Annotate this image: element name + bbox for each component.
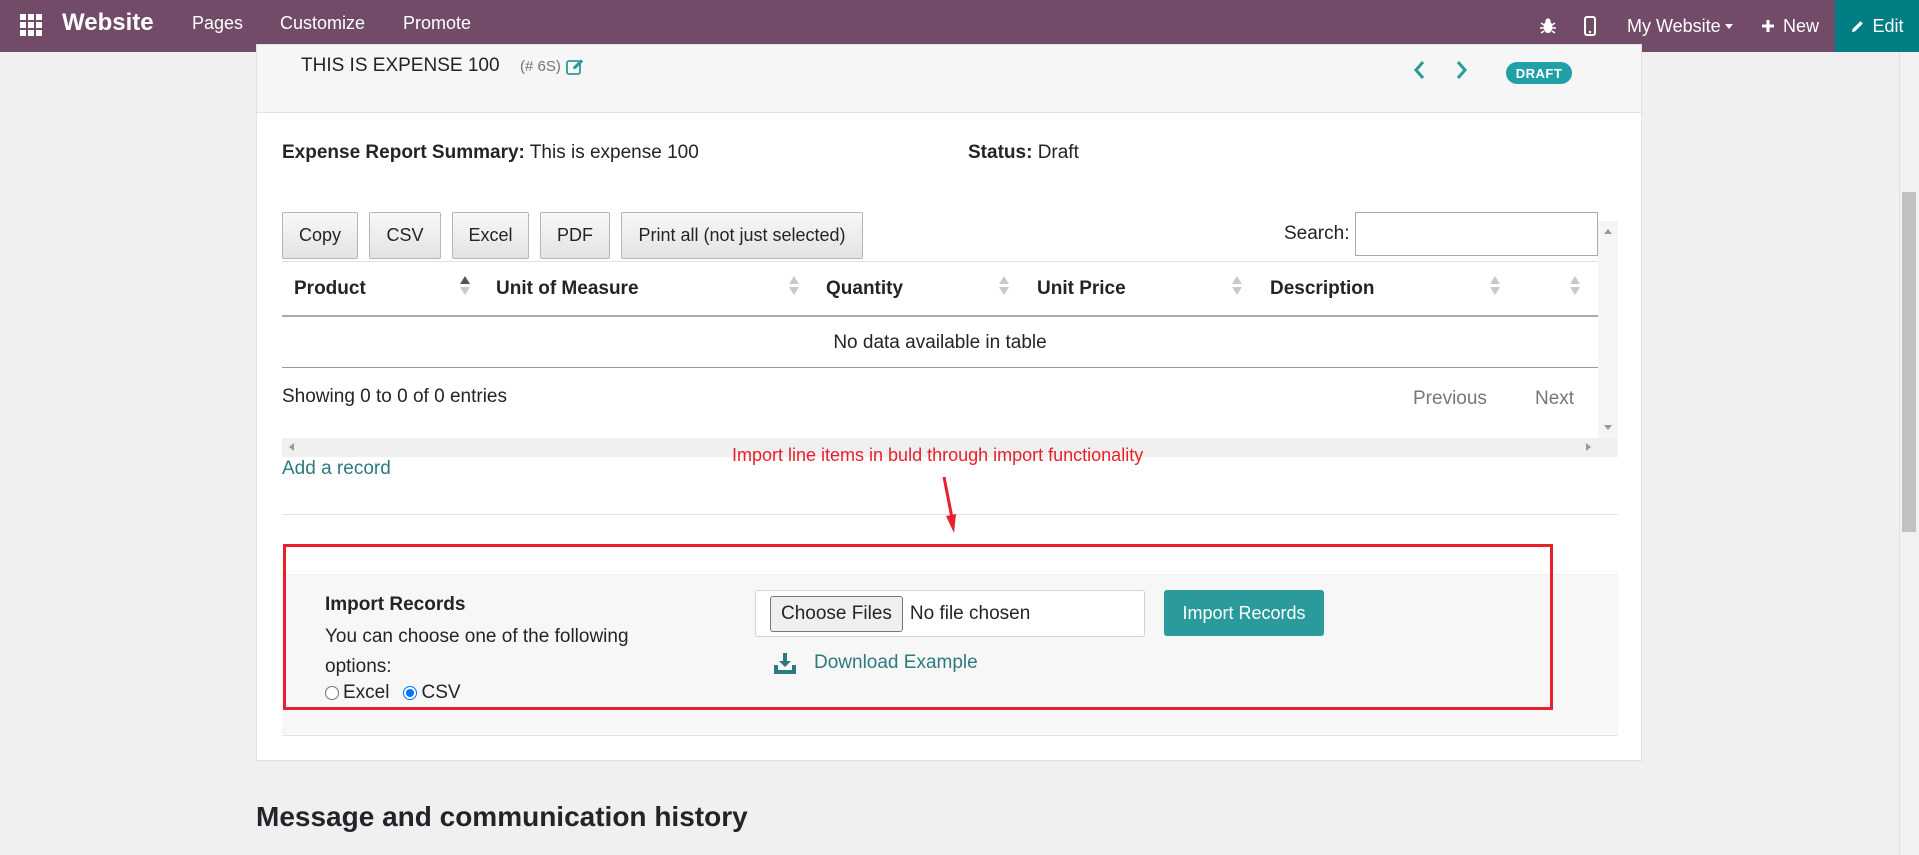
sort-icon[interactable] — [1490, 276, 1500, 300]
add-record-link[interactable]: Add a record — [282, 458, 391, 480]
radio-excel[interactable] — [325, 686, 339, 700]
download-example-link[interactable]: Download Example — [773, 652, 978, 674]
edit-button[interactable]: Edit — [1835, 0, 1919, 52]
chevron-down-icon — [1724, 23, 1733, 29]
website-selector-label: My Website — [1627, 15, 1721, 36]
empty-table-message: No data available in table — [282, 317, 1598, 368]
status-label: Status: — [968, 142, 1033, 163]
scroll-up-icon[interactable] — [1604, 229, 1612, 234]
table-vertical-scrollbar[interactable] — [1598, 221, 1618, 438]
status-value: Draft — [1037, 142, 1079, 163]
scroll-left-icon[interactable] — [289, 443, 294, 451]
website-selector[interactable]: My Website — [1627, 0, 1733, 52]
import-description: You can choose one of the following opti… — [325, 626, 629, 677]
excel-button[interactable]: Excel — [452, 212, 529, 259]
record-title: THIS IS EXPENSE 100 — [301, 55, 500, 76]
next-record-icon[interactable] — [1455, 59, 1469, 88]
record-reference: (# 6S) — [520, 58, 585, 75]
report-status: Status: Draft — [968, 142, 1079, 164]
column-header-unit-price[interactable]: Unit Price — [1037, 278, 1126, 300]
annotation-arrow-icon — [942, 476, 956, 533]
apps-grid-icon[interactable] — [20, 14, 42, 36]
sort-icon[interactable] — [1570, 276, 1580, 300]
search-input[interactable] — [1355, 212, 1598, 256]
no-file-label: No file chosen — [909, 602, 1031, 624]
card-header: THIS IS EXPENSE 100 (# 6S) DRAFT — [257, 45, 1641, 113]
download-icon — [774, 653, 796, 674]
file-input[interactable]: Choose Files No file chosen — [755, 590, 1145, 637]
pencil-icon — [1852, 20, 1864, 32]
annotation-text: Import line items in buld through import… — [732, 445, 1144, 465]
page-scrollbar-thumb[interactable] — [1902, 192, 1916, 532]
line-items-table: Product Unit of Measure Quantity Unit Pr… — [282, 221, 1618, 457]
record-ref-text: (# 6S) — [520, 58, 561, 75]
table-header: Product Unit of Measure Quantity Unit Pr… — [282, 261, 1598, 317]
copy-button[interactable]: Copy — [282, 212, 358, 259]
sort-icon[interactable] — [789, 276, 799, 300]
edit-icon[interactable] — [565, 58, 585, 75]
column-header-quantity[interactable]: Quantity — [826, 278, 903, 300]
sort-asc-icon[interactable] — [460, 276, 470, 300]
history-heading: Message and communication history — [256, 801, 748, 832]
sort-icon[interactable] — [999, 276, 1009, 300]
scroll-right-icon[interactable] — [1586, 443, 1591, 451]
search-label: Search: — [1284, 223, 1350, 244]
new-button[interactable]: New — [1761, 0, 1819, 52]
status-badge: DRAFT — [1506, 62, 1572, 84]
next-page-button[interactable]: Next — [1535, 388, 1574, 410]
import-title: Import Records — [325, 594, 466, 615]
radio-csv-label: CSV — [421, 682, 461, 703]
table-info: Showing 0 to 0 of 0 entries — [282, 386, 507, 407]
summary-label: Expense Report Summary: — [282, 142, 525, 163]
pdf-button[interactable]: PDF — [540, 212, 610, 259]
csv-button[interactable]: CSV — [369, 212, 441, 259]
sort-icon[interactable] — [1232, 276, 1242, 300]
download-example-label: Download Example — [814, 652, 978, 673]
import-format-options: Excel CSV — [325, 682, 461, 704]
plus-icon — [1762, 20, 1774, 32]
previous-page-button[interactable]: Previous — [1413, 388, 1487, 410]
menu-pages[interactable]: Pages — [192, 13, 243, 34]
scroll-down-icon[interactable] — [1604, 425, 1612, 430]
column-header-description[interactable]: Description — [1270, 278, 1375, 300]
import-records-button[interactable]: Import Records — [1164, 590, 1324, 636]
radio-csv[interactable] — [403, 686, 418, 700]
menu-customize[interactable]: Customize — [280, 13, 365, 34]
print-all-button[interactable]: Print all (not just selected) — [621, 212, 863, 259]
page-scrollbar[interactable] — [1899, 52, 1919, 855]
divider — [282, 735, 1618, 736]
new-button-label: New — [1783, 15, 1820, 36]
previous-record-icon[interactable] — [1412, 59, 1426, 88]
column-header-product[interactable]: Product — [294, 278, 366, 300]
edit-button-label: Edit — [1872, 15, 1904, 36]
brand-title[interactable]: Website — [62, 9, 154, 37]
menu-promote[interactable]: Promote — [403, 13, 471, 34]
summary-value: This is expense 100 — [529, 142, 699, 163]
column-header-unit-of-measure[interactable]: Unit of Measure — [496, 278, 639, 300]
choose-files-button[interactable]: Choose Files — [770, 595, 903, 632]
report-summary: Expense Report Summary: This is expense … — [282, 142, 699, 164]
radio-excel-label: Excel — [343, 682, 390, 703]
